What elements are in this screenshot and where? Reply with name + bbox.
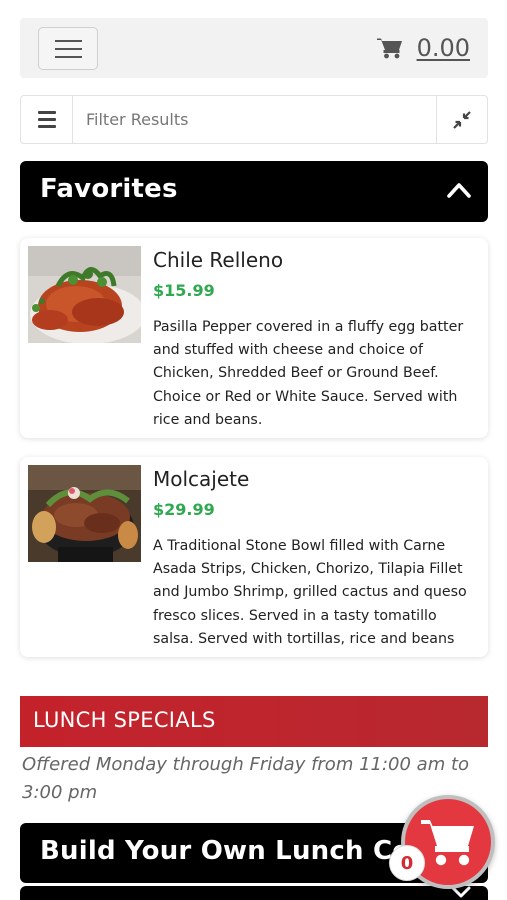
category-list-button[interactable] [21, 96, 73, 143]
compress-icon [453, 110, 471, 129]
shopping-cart-icon [421, 820, 474, 866]
menu-item-name[interactable]: Chile Relleno [153, 248, 283, 272]
menu-item-photo [28, 465, 141, 562]
menu-item-description: Pasilla Pepper covered in a fluffy egg b… [153, 319, 464, 428]
favorites-section-header[interactable]: Favorites [20, 161, 488, 222]
main-menu-button[interactable] [38, 27, 98, 70]
collapse-all-button[interactable] [436, 96, 487, 143]
menu-bar-icon [55, 56, 82, 58]
menu-item-photo [28, 246, 141, 343]
menu-item-card[interactable]: Molcajete $29.99 A Traditional Stone Bow… [20, 457, 488, 657]
cart-summary-link[interactable]: 0.00 [376, 32, 470, 64]
list-icon [37, 125, 56, 128]
menu-item-card[interactable]: Chile Relleno $15.99 Pasilla Pepper cove… [20, 238, 488, 438]
menu-item-name[interactable]: Molcajete [153, 467, 249, 491]
cart-count-badge: 0 [389, 845, 425, 881]
section-title: Favorites [40, 174, 178, 204]
menu-bar-icon [55, 48, 82, 50]
filter-results-input[interactable] [73, 96, 436, 143]
shopping-cart-icon [376, 38, 402, 59]
list-icon [37, 111, 56, 114]
floating-cart-button[interactable]: 0 [389, 795, 495, 889]
chevron-up-icon[interactable] [446, 177, 472, 203]
lunch-specials-banner: LUNCH SPECIALS [20, 696, 488, 747]
menu-item-price: $29.99 [153, 500, 215, 519]
lunch-specials-title: LUNCH SPECIALS [33, 708, 216, 732]
menu-item-price: $15.99 [153, 281, 215, 300]
top-navigation-bar: 0.00 [20, 18, 488, 78]
menu-item-description: A Traditional Stone Bowl filled with Car… [153, 538, 467, 647]
next-section-header[interactable] [20, 886, 488, 900]
section-title: Build Your Own Lunch Co [40, 836, 411, 866]
lunch-specials-note: Offered Monday through Friday from 11:00… [22, 754, 470, 803]
menu-bar-icon [55, 40, 82, 42]
list-icon [37, 118, 56, 121]
filter-bar [20, 95, 488, 144]
cart-total-amount[interactable]: 0.00 [417, 34, 470, 62]
